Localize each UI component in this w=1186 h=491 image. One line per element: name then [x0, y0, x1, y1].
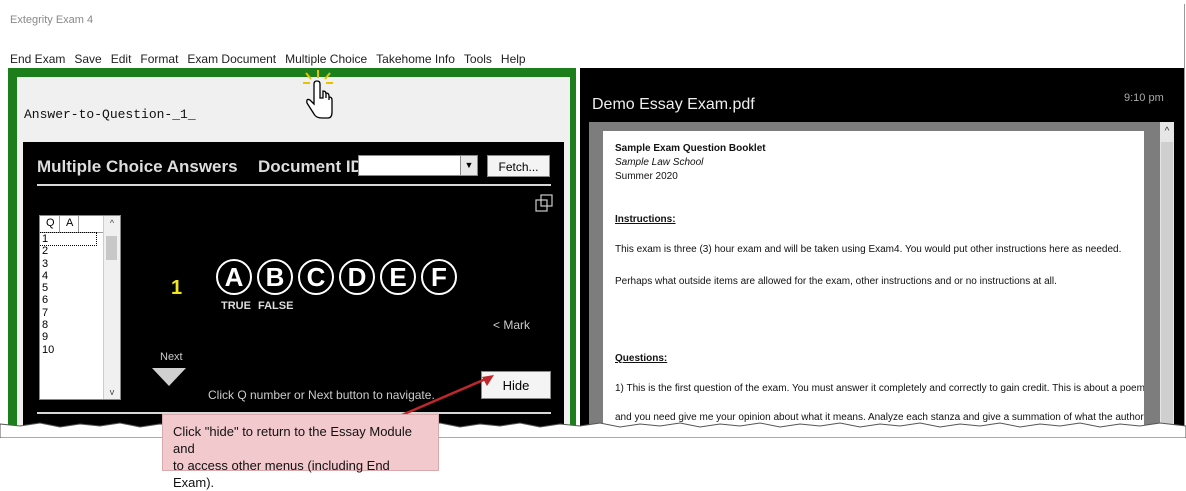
doc-school: Sample Law School	[615, 157, 704, 168]
question-row[interactable]: 8	[40, 319, 106, 331]
document-id-select[interactable]: ▼	[358, 155, 478, 176]
instructions-heading: Instructions:	[615, 214, 676, 225]
question-1-text: 1) This is the first question of the exa…	[615, 383, 1144, 394]
mark-button[interactable]: < Mark	[493, 318, 530, 332]
answer-pane: Answer-to-Question-_1_ Multiple Choice A…	[8, 68, 576, 429]
questions-heading: Questions:	[615, 353, 668, 364]
answer-pane-inner: Answer-to-Question-_1_ Multiple Choice A…	[17, 77, 570, 429]
mc-heading: Multiple Choice Answers	[37, 157, 238, 176]
restore-window-icon[interactable]	[535, 194, 553, 212]
question-row[interactable]: 7	[40, 307, 106, 319]
question-row[interactable]: 6	[40, 294, 106, 306]
question-row[interactable]: 3	[40, 258, 106, 270]
choice-f-button[interactable]: F	[421, 259, 457, 295]
choice-a-button[interactable]: A	[216, 259, 252, 295]
instructions-text-2: Perhaps what outside items are allowed f…	[615, 276, 1057, 287]
next-label: Next	[160, 351, 183, 363]
fetch-button[interactable]: Fetch...	[487, 155, 550, 177]
chevron-up-icon[interactable]: ^	[104, 218, 120, 228]
choice-d-button[interactable]: D	[339, 259, 375, 295]
chevron-up-icon[interactable]: ^	[1160, 126, 1174, 137]
question-row[interactable]: 9	[40, 331, 106, 343]
clock: 9:10 pm	[1124, 92, 1164, 104]
chevron-down-icon[interactable]: v	[104, 387, 120, 397]
pdf-viewport[interactable]: Sample Exam Question Booklet Sample Law …	[589, 122, 1174, 429]
callout-line-2: to access other menus (including End Exa…	[173, 458, 390, 490]
pdf-page: Sample Exam Question Booklet Sample Law …	[603, 131, 1144, 429]
question-row[interactable]: 5	[40, 282, 106, 294]
doc-term: Summer 2020	[615, 171, 678, 182]
question-column-header: Q	[46, 217, 55, 229]
navigation-hint: Click Q number or Next button to navigat…	[208, 388, 435, 402]
question-row[interactable]: 2	[40, 245, 106, 257]
hand-cursor-icon	[303, 70, 333, 119]
answer-title: Answer-to-Question-_1_	[24, 107, 196, 122]
question-row[interactable]: 4	[40, 270, 106, 282]
choice-b-button[interactable]: B	[257, 259, 293, 295]
question-row[interactable]: 1	[40, 231, 97, 247]
document-pane: Demo Essay Exam.pdf 9:10 pm Sample Exam …	[580, 68, 1184, 429]
callout-line-1: Click "hide" to return to the Essay Modu…	[173, 424, 413, 456]
choice-c-button[interactable]: C	[298, 259, 334, 295]
current-question-number: 1	[171, 277, 183, 299]
document-id-label: Document ID	[258, 157, 363, 176]
choice-a-sublabel: TRUE	[221, 300, 251, 312]
question-list-header: Q A	[40, 216, 104, 233]
next-arrow-icon[interactable]	[152, 368, 186, 386]
pdf-title: Demo Essay Exam.pdf	[592, 96, 755, 113]
choice-e-button[interactable]: E	[380, 259, 416, 295]
doc-title: Sample Exam Question Booklet	[615, 143, 766, 154]
window-title: Extegrity Exam 4	[10, 14, 94, 26]
hide-button[interactable]: Hide	[481, 371, 551, 399]
answer-column-header: A	[66, 217, 74, 229]
choice-b-sublabel: FALSE	[258, 300, 294, 312]
scrollbar-thumb[interactable]	[1161, 142, 1173, 429]
scrollbar-thumb[interactable]	[106, 236, 117, 260]
question-list-scrollbar[interactable]: ^ v	[103, 216, 120, 399]
multiple-choice-panel: Multiple Choice Answers Document ID ▼ Fe…	[23, 142, 564, 429]
chevron-down-icon[interactable]: ▼	[460, 156, 477, 175]
instructions-text-1: This exam is three (3) hour exam and wil…	[615, 244, 1122, 255]
pdf-scrollbar[interactable]: ^	[1160, 122, 1174, 429]
question-list[interactable]: Q A 1 2 3 4 5 6 7 8 9 10 ^ v	[39, 215, 121, 400]
exam-app-window: Extegrity Exam 4 End Exam Save Edit Form…	[4, 4, 1185, 429]
question-row[interactable]: 10	[40, 344, 106, 356]
divider	[37, 184, 551, 186]
help-callout: Click "hide" to return to the Essay Modu…	[162, 414, 439, 490]
